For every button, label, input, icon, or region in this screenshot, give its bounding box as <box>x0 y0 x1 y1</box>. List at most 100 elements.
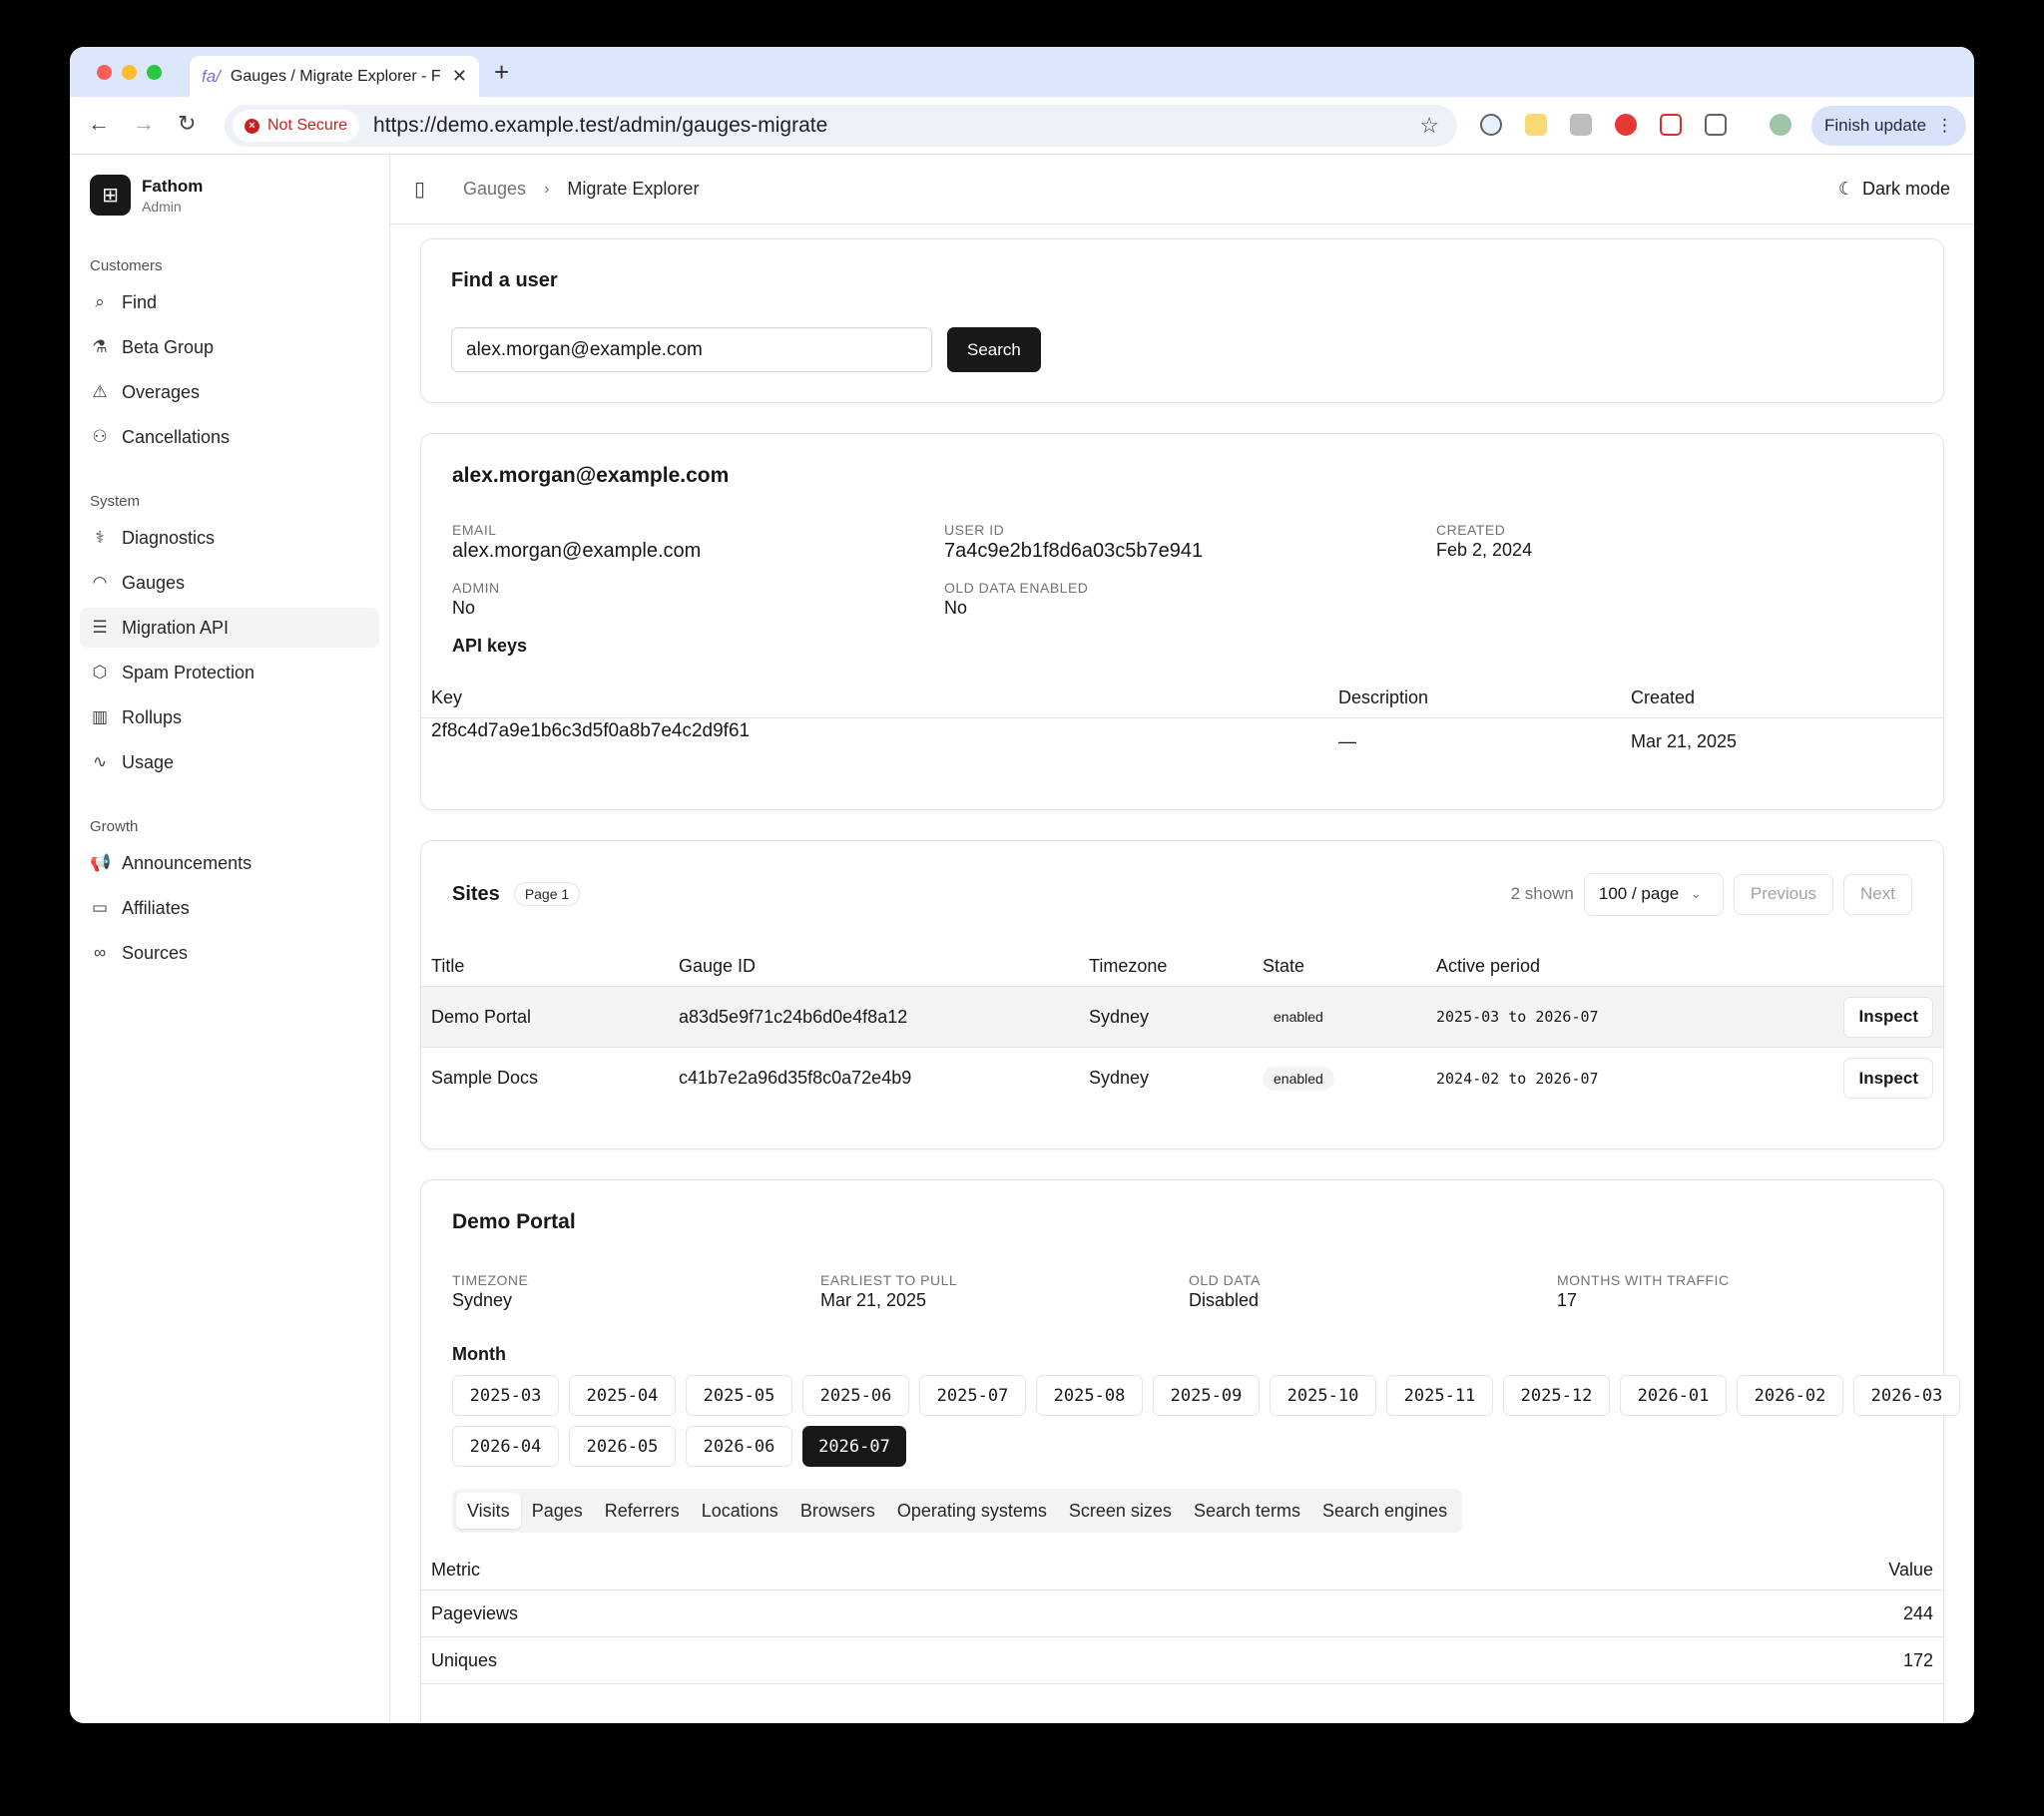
extension-2-icon[interactable] <box>1525 114 1547 136</box>
sidebar-group-label: Growth <box>90 818 139 835</box>
address-bar[interactable]: × Not Secure https://demo.example.test/a… <box>225 105 1457 147</box>
next-button[interactable]: Next <box>1843 873 1912 915</box>
browser-tab[interactable]: fa/ Gauges / Migrate Explorer - F ✕ <box>190 56 479 97</box>
table-row[interactable]: Demo Portal a83d5e9f71c24b6d0e4f8a12 Syd… <box>421 987 1943 1048</box>
col-active-period: Active period <box>1436 956 1541 976</box>
per-page-value: 100 / page <box>1598 884 1680 903</box>
bookmark-star-icon[interactable]: ☆ <box>1419 113 1439 139</box>
old-data-enabled-label: OLD DATA ENABLED <box>944 580 1089 596</box>
search-icon: ⌕ <box>95 292 105 311</box>
reload-icon[interactable]: ↻ <box>178 111 196 137</box>
brand-subtitle: Admin <box>142 198 182 215</box>
month-button[interactable]: 2026-03 <box>1853 1375 1960 1416</box>
month-button[interactable]: 2025-05 <box>686 1375 792 1416</box>
sidebar-item-rollups[interactable]: ▥ Rollups <box>80 697 379 737</box>
month-button[interactable]: 2025-06 <box>802 1375 909 1416</box>
month-button[interactable]: 2026-05 <box>569 1426 676 1467</box>
close-window-button[interactable] <box>97 65 112 80</box>
user-id-value: 7a4c9e2b1f8d6a03c5b7e941 <box>944 540 1204 562</box>
month-button[interactable]: 2025-10 <box>1270 1375 1376 1416</box>
tab-search-engines[interactable]: Search engines <box>1311 1493 1458 1529</box>
table-row[interactable]: Sample Docs c41b7e2a96d35f8c0a72e4b9 Syd… <box>421 1048 1943 1109</box>
col-gauge-id: Gauge ID <box>679 956 757 976</box>
sidebar-item-spam-protection[interactable]: ⬡ Spam Protection <box>80 653 379 692</box>
user-search-input[interactable]: alex.morgan@example.com <box>451 327 932 372</box>
sidebar-item-label: Find <box>122 291 158 312</box>
earliest-label: EARLIEST TO PULL <box>820 1272 958 1288</box>
status-badge: enabled <box>1263 1005 1334 1029</box>
sidebar-item-label: Beta Group <box>122 336 215 357</box>
sidebar-item-migration-api[interactable]: ☰ Migration API <box>80 608 379 648</box>
sidebar-item-label: Gauges <box>122 572 186 593</box>
month-button[interactable]: 2025-12 <box>1503 1375 1610 1416</box>
gauge-icon: ◠ <box>92 573 108 592</box>
camera-icon[interactable] <box>1570 114 1592 136</box>
sidebar-item-sources[interactable]: ∞ Sources <box>80 933 379 973</box>
url-text[interactable]: https://demo.example.test/admin/gauges-m… <box>373 114 1419 138</box>
puzzle-icon[interactable] <box>1705 114 1727 136</box>
month-button[interactable]: 2026-07 <box>802 1426 906 1467</box>
database-icon: ☰ <box>92 618 108 637</box>
tab-browsers[interactable]: Browsers <box>789 1493 886 1529</box>
month-button[interactable]: 2025-07 <box>919 1375 1026 1416</box>
user-id-label: USER ID <box>944 522 1005 538</box>
sidebar-item-cancellations[interactable]: ⚇ Cancellations <box>80 417 379 457</box>
sidebar-item-find[interactable]: ⌕ Find <box>80 282 379 322</box>
previous-button[interactable]: Previous <box>1733 873 1834 915</box>
sidebar-item-announcements[interactable]: 📢 Announcements <box>80 843 379 883</box>
brand[interactable]: ⊞ Fathom Admin <box>70 155 389 235</box>
month-button[interactable]: 2025-09 <box>1153 1375 1260 1416</box>
extension-1-icon[interactable] <box>1480 114 1502 136</box>
sidebar-item-usage[interactable]: ∿ Usage <box>80 742 379 782</box>
sidebar-item-label: Usage <box>122 751 175 772</box>
dark-mode-button[interactable]: ☾ Dark mode <box>1838 179 1950 200</box>
tab-pages[interactable]: Pages <box>521 1493 594 1529</box>
sidebar-item-diagnostics[interactable]: ⚕ Diagnostics <box>80 518 379 558</box>
sidebar-item-overages[interactable]: ⚠ Overages <box>80 372 379 412</box>
bar-chart-icon: ▥ <box>91 707 109 726</box>
month-button[interactable]: 2026-06 <box>686 1426 792 1467</box>
new-tab-icon[interactable]: + <box>494 57 509 88</box>
month-button[interactable]: 2026-04 <box>452 1426 559 1467</box>
sidebar-item-gauges[interactable]: ◠ Gauges <box>80 563 379 603</box>
tab-operating-systems[interactable]: Operating systems <box>886 1493 1058 1529</box>
site-title: Demo Portal <box>431 1006 532 1027</box>
month-button[interactable]: 2025-04 <box>569 1375 676 1416</box>
finish-update-button[interactable]: Finish update ⋮ <box>1811 106 1966 146</box>
sidebar-item-beta-group[interactable]: ⚗ Beta Group <box>80 327 379 367</box>
app: ⊞ Fathom Admin Customers ⌕ Find ⚗ Beta Group… <box>70 155 1974 1723</box>
tab-visits[interactable]: Visits <box>456 1493 521 1529</box>
sidebar-item-affiliates[interactable]: ▭ Affiliates <box>80 888 379 928</box>
profile-avatar[interactable] <box>1770 114 1791 136</box>
month-button[interactable]: 2025-08 <box>1036 1375 1143 1416</box>
breadcrumb-gauges[interactable]: Gauges <box>463 179 526 200</box>
warning-icon: × <box>245 118 259 134</box>
tab-locations[interactable]: Locations <box>691 1493 789 1529</box>
close-tab-icon[interactable]: ✕ <box>452 66 467 87</box>
month-button[interactable]: 2026-01 <box>1620 1375 1727 1416</box>
back-icon[interactable]: ← <box>88 111 110 137</box>
admin-label: ADMIN <box>452 580 500 596</box>
extension-5-icon[interactable] <box>1660 114 1682 136</box>
tab-search-terms[interactable]: Search terms <box>1183 1493 1311 1529</box>
inspect-button[interactable]: Inspect <box>1843 996 1933 1038</box>
email-label: EMAIL <box>452 522 497 538</box>
search-button[interactable]: Search <box>947 327 1041 372</box>
month-button[interactable]: 2026-02 <box>1737 1375 1843 1416</box>
user-card: alex.morgan@example.com EMAIL alex.morga… <box>420 433 1944 810</box>
tab-screen-sizes[interactable]: Screen sizes <box>1058 1493 1183 1529</box>
months-with-traffic-label: MONTHS WITH TRAFFIC <box>1557 1272 1730 1288</box>
sidebar-item-label: Rollups <box>122 706 183 727</box>
timezone-value: Sydney <box>452 1290 513 1310</box>
inspect-button[interactable]: Inspect <box>1843 1058 1933 1099</box>
maximize-window-button[interactable] <box>147 65 162 80</box>
security-chip[interactable]: × Not Secure <box>233 110 360 142</box>
per-page-select[interactable]: 100 / page ⌄ <box>1583 872 1724 916</box>
sidebar-toggle-icon[interactable]: ▯ <box>414 177 425 202</box>
month-button[interactable]: 2025-11 <box>1386 1375 1493 1416</box>
forward-icon[interactable]: → <box>133 111 155 137</box>
extension-4-icon[interactable] <box>1615 114 1637 136</box>
tab-referrers[interactable]: Referrers <box>594 1493 691 1529</box>
minimize-window-button[interactable] <box>122 65 137 80</box>
month-button[interactable]: 2025-03 <box>452 1375 559 1416</box>
